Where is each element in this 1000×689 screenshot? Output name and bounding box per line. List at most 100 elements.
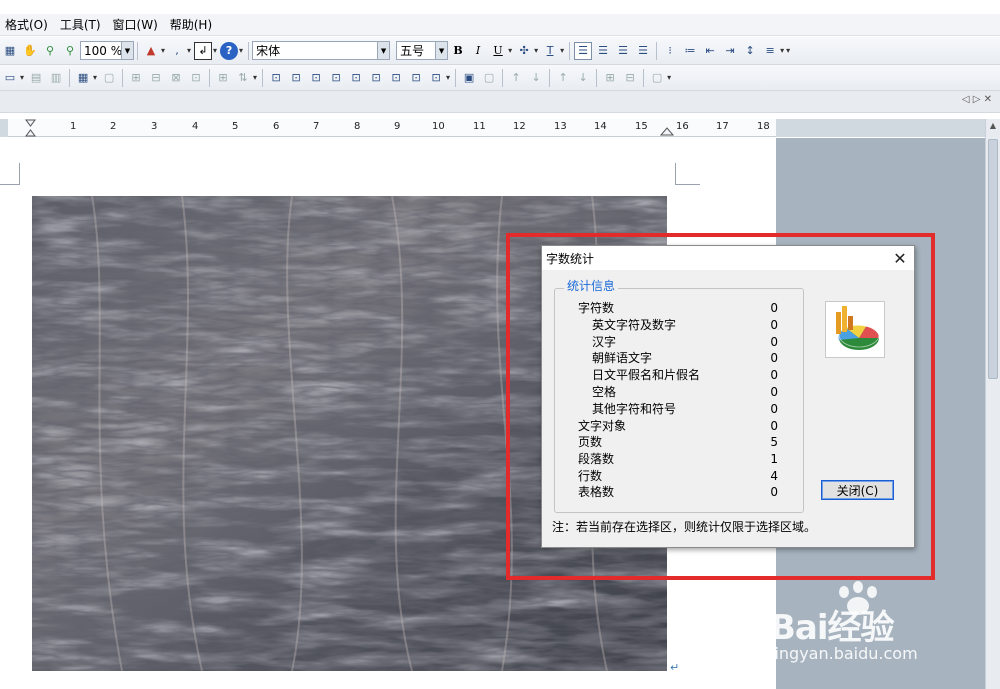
cell-align-8-icon[interactable]: ⊡ — [407, 69, 425, 87]
stat-row: 页数 5 — [578, 434, 778, 451]
toolbar-overflow-icon[interactable]: ▾ — [667, 73, 671, 82]
font-size-combo[interactable]: 五号 ▼ — [396, 41, 449, 60]
indent-decrease-icon[interactable]: ⇤ — [701, 42, 719, 60]
table-split-icon[interactable]: ▤ — [27, 69, 45, 87]
table-border-icon[interactable]: ▢ — [100, 69, 118, 87]
insert-below-icon[interactable]: ↓ — [574, 69, 592, 87]
numbered-list-icon[interactable]: ≔ — [681, 42, 699, 60]
toolbar-overflow-icon[interactable]: ▾ — [786, 46, 790, 55]
delete-row-icon[interactable]: ⊠ — [167, 69, 185, 87]
chevron-down-icon[interactable]: ▾ — [446, 73, 450, 82]
cell-align-3-icon[interactable]: ⊡ — [307, 69, 325, 87]
table-properties-icon[interactable]: ▢ — [648, 69, 666, 87]
menu-tools[interactable]: 工具(T) — [55, 14, 108, 36]
stat-value: 0 — [770, 351, 778, 365]
chevron-down-icon[interactable]: ▼ — [435, 42, 448, 59]
grid-icon[interactable]: ▦ — [1, 42, 19, 60]
close-button[interactable]: 关闭(C) — [821, 480, 894, 500]
zoom-combo[interactable]: 100 % ▼ — [80, 41, 134, 60]
scrollbar-thumb[interactable] — [988, 139, 998, 379]
cell-align-9-icon[interactable]: ⊡ — [427, 69, 445, 87]
insert-column-icon[interactable]: ⊟ — [147, 69, 165, 87]
table-autofit-icon[interactable]: ▢ — [480, 69, 498, 87]
textbox-icon[interactable]: ▭ — [1, 69, 19, 87]
chevron-down-icon[interactable]: ▾ — [161, 46, 165, 55]
font-size-value: 五号 — [400, 44, 425, 58]
line-spacing-icon[interactable]: ↕ — [741, 42, 759, 60]
scroll-up-icon[interactable]: ▲ — [986, 119, 1000, 133]
align-left-icon[interactable]: ☰ — [574, 41, 593, 60]
underline-button[interactable]: U — [489, 42, 507, 60]
chevron-down-icon[interactable]: ▾ — [508, 46, 512, 55]
cell-align-2-icon[interactable]: ⊡ — [287, 69, 305, 87]
table-merge-icon[interactable]: ▥ — [47, 69, 65, 87]
chevron-down-icon[interactable]: ▾ — [213, 46, 217, 55]
chevron-down-icon[interactable]: ▼ — [121, 42, 133, 59]
table-style-icon[interactable]: ▣ — [460, 69, 478, 87]
move-down-icon[interactable]: ↓ — [527, 69, 545, 87]
chevron-down-icon[interactable]: ▾ — [239, 46, 243, 55]
cell-align-7-icon[interactable]: ⊡ — [387, 69, 405, 87]
font-name-combo[interactable]: 宋体 ▼ — [252, 41, 391, 60]
chevron-down-icon[interactable]: ▼ — [377, 42, 390, 59]
ruler-number: 5 — [232, 121, 239, 132]
bullet-list-icon[interactable]: ⁝ — [661, 42, 679, 60]
insert-table-icon[interactable]: ▦ — [74, 69, 92, 87]
chevron-down-icon[interactable]: ▾ — [20, 73, 24, 82]
split-cells-icon[interactable]: ⊞ — [214, 69, 232, 87]
chevron-down-icon[interactable]: ▾ — [187, 46, 191, 55]
cell-height-icon[interactable]: ⊞ — [601, 69, 619, 87]
hand-icon[interactable]: ✋ — [21, 42, 39, 60]
paragraph-spacing-icon[interactable]: ≡ — [761, 42, 779, 60]
stat-row: 表格数 0 — [578, 484, 778, 501]
cell-align-6-icon[interactable]: ⊡ — [367, 69, 385, 87]
separator — [209, 68, 211, 87]
cell-align-1-icon[interactable]: ⊡ — [267, 69, 285, 87]
bold-button[interactable]: B — [449, 42, 467, 60]
insert-above-icon[interactable]: ↑ — [554, 69, 572, 87]
indent-increase-icon[interactable]: ⇥ — [721, 42, 739, 60]
menu-help[interactable]: 帮助(H) — [165, 14, 219, 36]
word-count-dialog: 字数统计 ✕ 统计信息 字符数 0 英文字符及数字 0 汉字 0 朝鲜语文字 0… — [541, 245, 915, 548]
menu-window[interactable]: 窗口(W) — [108, 14, 165, 36]
sort-icon[interactable]: ⇅ — [234, 69, 252, 87]
align-center-icon[interactable]: ☰ — [594, 42, 612, 60]
stat-label: 朝鲜语文字 — [592, 351, 653, 365]
cell-align-5-icon[interactable]: ⊡ — [347, 69, 365, 87]
chevron-down-icon[interactable]: ▾ — [93, 73, 97, 82]
insert-object-icon[interactable]: ▲ — [142, 42, 160, 60]
justify-icon[interactable]: ☰ — [634, 42, 652, 60]
align-right-icon[interactable]: ☰ — [614, 42, 632, 60]
tab-scroll-arrows-icon[interactable]: ◁ ▷ ✕ — [962, 94, 992, 105]
stat-label: 行数 — [578, 469, 603, 483]
comma-icon[interactable]: , — [168, 42, 186, 60]
insert-row-icon[interactable]: ⊞ — [127, 69, 145, 87]
zoom-in-icon[interactable]: ⚲ — [41, 42, 59, 60]
close-icon[interactable]: ✕ — [886, 246, 914, 270]
ruler-number: 17 — [716, 121, 729, 132]
separator — [455, 68, 457, 87]
chevron-down-icon[interactable]: ▾ — [780, 46, 784, 55]
move-up-icon[interactable]: ↑ — [507, 69, 525, 87]
italic-button[interactable]: I — [469, 42, 487, 60]
zoom-out-icon[interactable]: ⚲ — [61, 42, 79, 60]
dialog-title-bar[interactable]: 字数统计 ✕ — [542, 246, 914, 270]
stat-value: 4 — [770, 469, 778, 483]
standard-toolbar: ▦ ✋ ⚲ ⚲ 100 % ▼ ▲ ▾ , ▾ ↲ ▾ ? ▾ 宋体 ▼ 五号 ▼ B … — [0, 37, 1000, 65]
delete-column-icon[interactable]: ⊡ — [187, 69, 205, 87]
chevron-down-icon[interactable]: ▾ — [560, 46, 564, 55]
menu-format[interactable]: 格式(O) — [0, 14, 55, 36]
chevron-down-icon[interactable]: ▾ — [253, 73, 257, 82]
font-color-icon[interactable]: T — [541, 42, 559, 60]
cell-align-4-icon[interactable]: ⊡ — [327, 69, 345, 87]
ruler-marker-icon[interactable] — [0, 119, 776, 137]
ruler-number: 8 — [354, 121, 361, 132]
chevron-down-icon[interactable]: ▾ — [534, 46, 538, 55]
help-icon[interactable]: ? — [220, 41, 239, 60]
stat-label: 空格 — [592, 385, 617, 399]
formula-icon[interactable]: ↲ — [194, 41, 213, 60]
highlight-icon[interactable]: ✣ — [515, 42, 533, 60]
vertical-scrollbar[interactable]: ▲ — [985, 119, 1000, 689]
separator — [549, 68, 551, 87]
cell-width-icon[interactable]: ⊟ — [621, 69, 639, 87]
